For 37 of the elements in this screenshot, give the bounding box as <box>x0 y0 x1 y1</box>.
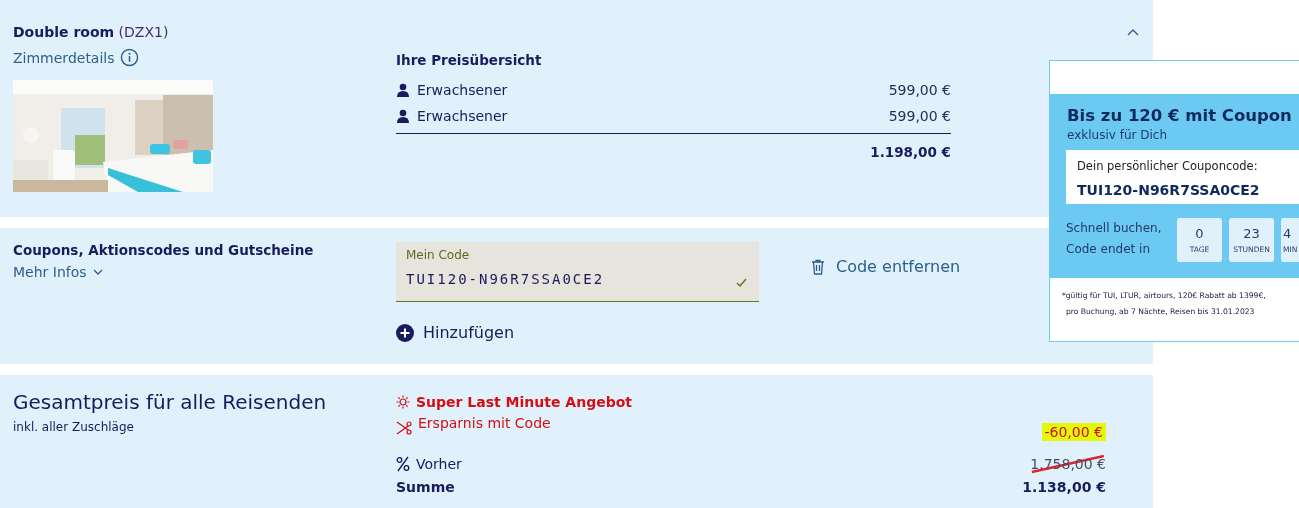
info-icon[interactable] <box>119 48 139 67</box>
traveler-label: Erwachsener <box>417 82 509 98</box>
traveler-label: Erwachsener <box>417 108 509 124</box>
coupon-section-title: Coupons, Aktionscodes und Gutscheine <box>13 242 315 258</box>
countdown-label: Schnell buchen, Code endet in <box>1066 220 1163 258</box>
sun-icon <box>396 395 410 409</box>
total-title: Gesamtpreis für alle Reisenden <box>13 390 328 414</box>
popup-title: Bis zu 120 € mit Coupon <box>1067 106 1293 125</box>
subtotal-price: 1.198,00 € <box>870 144 951 160</box>
check-icon <box>736 278 747 287</box>
price-line-label: Summe <box>396 479 456 495</box>
code-field[interactable]: Mein Code TUI120-N96R7SSA0CE2 <box>396 242 759 302</box>
price-line-label: Ersparnis mit Code <box>418 415 552 431</box>
trash-icon <box>811 258 825 275</box>
collapse-icon[interactable] <box>1127 28 1139 36</box>
price: 599,00 € <box>888 108 951 124</box>
price-line-label: Super Last Minute Angebot <box>416 394 633 410</box>
person-icon <box>396 83 410 97</box>
plus-icon <box>396 323 414 342</box>
coupon-code-label: Dein persönlicher Couponcode: <box>1077 159 1259 173</box>
coupon-code: TUI120-N96R7SSA0CE2 <box>1077 182 1261 198</box>
add-code-button[interactable]: Hinzufügen <box>396 323 515 342</box>
person-icon <box>396 109 410 123</box>
popup-subtitle: exklusiv für Dich <box>1067 128 1169 142</box>
scissors-icon <box>396 421 412 435</box>
remove-code-button[interactable]: Code entfernen <box>811 257 961 276</box>
price-line-label: Vorher <box>416 456 463 472</box>
price-overview-title: Ihre Preisübersicht <box>396 52 543 68</box>
total-price: 1.138,00 € <box>1022 479 1106 495</box>
percent-icon <box>396 456 410 472</box>
chevron-down-icon <box>92 268 103 276</box>
discount-amount: -60,00 € <box>1041 423 1106 441</box>
total-subtitle: inkl. aller Zuschläge <box>13 420 135 434</box>
room-title: Double room (DZX1) <box>13 23 170 42</box>
more-info-link[interactable]: Mehr Infos <box>13 264 103 280</box>
room-details-link[interactable]: Zimmerdetails <box>13 49 115 66</box>
price: 599,00 € <box>888 82 951 98</box>
